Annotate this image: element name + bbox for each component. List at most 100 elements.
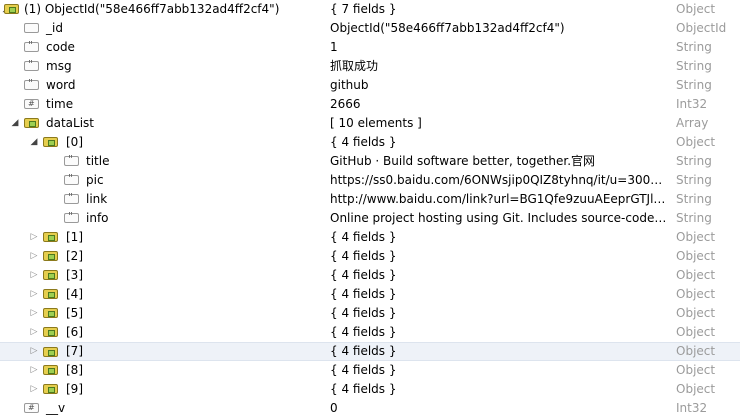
expand-arrow-icon[interactable]: ▷ [29, 266, 39, 285]
field-key: [5] [66, 306, 83, 320]
expand-arrow-icon[interactable]: ▷ [29, 228, 39, 247]
field-value: [ 10 elements ] [330, 116, 422, 130]
object-icon [43, 384, 58, 394]
field-type: String [676, 211, 712, 225]
expand-arrow-icon[interactable]: ▷ [29, 380, 39, 399]
field-key: time [46, 97, 74, 111]
tree-row[interactable]: ▷ [7] { 4 fields } Object [0, 342, 740, 361]
field-key: [4] [66, 287, 83, 301]
field-type: Object [676, 249, 716, 263]
object-icon [43, 308, 58, 318]
field-type: Object [676, 268, 716, 282]
tree-row[interactable]: ▷ [2] { 4 fields } Object [0, 247, 740, 266]
tree-row[interactable]: time 2666 Int32 [0, 95, 740, 114]
tree-row[interactable]: ▷ [3] { 4 fields } Object [0, 266, 740, 285]
expand-arrow-icon[interactable]: ▷ [29, 361, 39, 380]
field-value: { 4 fields } [330, 306, 397, 320]
tree-row[interactable]: ◢ dataList [ 10 elements ] Array [0, 114, 740, 133]
field-type: Object [676, 2, 716, 16]
field-key: [8] [66, 363, 83, 377]
field-key: title [86, 154, 110, 168]
field-value: { 4 fields } [330, 382, 397, 396]
tree-row[interactable]: title GitHub · Build software better, tog… [0, 151, 740, 171]
object-icon [43, 251, 58, 261]
field-value: { 4 fields } [330, 135, 397, 149]
field-key: msg [46, 59, 72, 73]
field-value: Online project hosting using Git. Includ… [330, 211, 668, 225]
tree-row[interactable]: ▷ [4] { 4 fields } Object [0, 285, 740, 304]
field-type: String [676, 192, 712, 206]
object-icon [43, 365, 58, 375]
object-icon [24, 118, 39, 128]
tree-row[interactable]: pic https://ss0.baidu.com/6ONWsjip0QIZ8ty… [0, 170, 740, 190]
field-key: [6] [66, 325, 83, 339]
tree-row[interactable]: ▷ [6] { 4 fields } Object [0, 323, 740, 342]
tree-row[interactable]: ◢ [0] { 4 fields } Object [0, 133, 740, 152]
int-type-icon [24, 95, 39, 112]
field-type: String [676, 40, 712, 54]
string-type-icon [24, 56, 39, 73]
field-value: 1 [330, 40, 338, 54]
field-type: ObjectId [676, 21, 727, 35]
field-type: Int32 [676, 401, 708, 415]
object-icon [43, 327, 58, 337]
field-type: Object [676, 135, 716, 149]
tree-row[interactable]: word github String [0, 75, 740, 95]
field-value: { 4 fields } [330, 325, 397, 339]
object-icon [43, 270, 58, 280]
field-value: http://www.baidu.com/link?url=BG1Qfe9zuu… [330, 192, 668, 206]
expand-arrow-icon[interactable]: ▷ [29, 323, 39, 342]
tree-row[interactable]: link http://www.baidu.com/link?url=BG1Qfe… [0, 189, 740, 209]
expand-arrow-icon[interactable]: ▷ [29, 343, 39, 362]
field-key: [9] [66, 382, 83, 396]
field-key: [1] [66, 230, 83, 244]
field-type: Object [676, 287, 716, 301]
tree-row[interactable]: ▷ [8] { 4 fields } Object [0, 361, 740, 380]
field-value: github [330, 78, 369, 92]
string-type-icon [64, 189, 79, 206]
field-type: Object [676, 363, 716, 377]
tree-row[interactable]: code 1 String [0, 37, 740, 57]
tree-row[interactable]: __v 0 Int32 [0, 399, 740, 418]
tree-row[interactable]: ▷ [1] { 4 fields } Object [0, 228, 740, 247]
expand-arrow-icon[interactable]: ▷ [29, 247, 39, 266]
tree-row[interactable]: msg 抓取成功 String [0, 56, 740, 76]
tree-row[interactable]: ▷ [5] { 4 fields } Object [0, 304, 740, 323]
field-value: ObjectId("58e466ff7abb132ad4ff2cf4") [330, 21, 565, 35]
field-value: { 4 fields } [330, 230, 397, 244]
field-type: String [676, 59, 712, 73]
field-key: (1) ObjectId("58e466ff7abb132ad4ff2cf4") [24, 2, 280, 16]
tree-row[interactable]: info Online project hosting using Git. In… [0, 208, 740, 228]
string-type-icon [24, 75, 39, 92]
expand-arrow-icon[interactable]: ▷ [29, 285, 39, 304]
string-type-icon [24, 37, 39, 54]
tree-row[interactable]: ◢(1) ObjectId("58e466ff7abb132ad4ff2cf4"… [0, 0, 740, 19]
field-value: { 4 fields } [330, 249, 397, 263]
collapse-arrow-icon[interactable]: ◢ [10, 114, 20, 133]
tree-row[interactable]: _id ObjectId("58e466ff7abb132ad4ff2cf4") O… [0, 19, 740, 38]
field-type: Object [676, 344, 716, 358]
field-value: 抓取成功 [330, 59, 379, 73]
field-key: __v [46, 401, 66, 415]
field-type: Int32 [676, 97, 708, 111]
field-value: https://ss0.baidu.com/6ONWsjip0QIZ8tyhnq… [330, 173, 668, 187]
field-type: Array [676, 116, 709, 130]
string-type-icon [64, 170, 79, 187]
field-value: 0 [330, 401, 338, 415]
field-key: _id [46, 21, 63, 35]
field-type: Object [676, 325, 716, 339]
objectid-type-icon [24, 23, 39, 33]
field-value: 2666 [330, 97, 361, 111]
expand-arrow-icon[interactable]: ▷ [29, 304, 39, 323]
field-type: String [676, 173, 712, 187]
tree-row[interactable]: ▷ [9] { 4 fields } Object [0, 380, 740, 399]
field-key: dataList [46, 116, 95, 130]
field-value: GitHub · Build software better, together… [330, 154, 596, 168]
field-value: { 4 fields } [330, 268, 397, 282]
field-key: info [86, 211, 109, 225]
field-key: [7] [66, 344, 83, 358]
field-value: { 4 fields } [330, 287, 397, 301]
collapse-arrow-icon[interactable]: ◢ [29, 133, 39, 152]
field-type: String [676, 78, 712, 92]
field-key: [2] [66, 249, 83, 263]
